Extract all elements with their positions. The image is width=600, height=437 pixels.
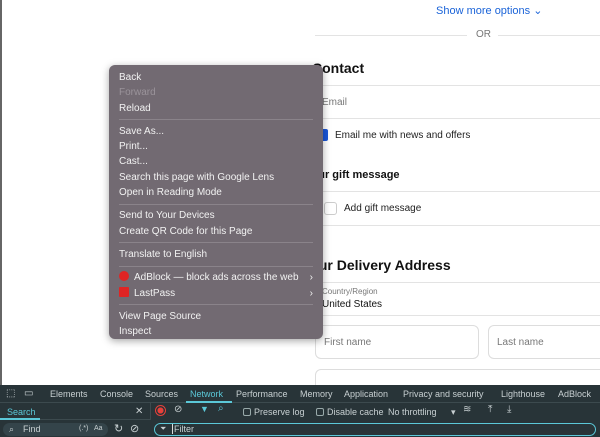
menu-item-translate-to-english[interactable]: Translate to English bbox=[109, 247, 323, 262]
lastpass-icon bbox=[119, 286, 129, 297]
chevron-right-icon: › bbox=[309, 272, 313, 284]
show-more-options-link[interactable]: Show more options ⌄ bbox=[436, 4, 542, 17]
menu-item-label: Print... bbox=[119, 141, 148, 153]
devtools-tab-lighthouse[interactable]: Lighthouse bbox=[501, 389, 545, 399]
devtools-tab-sources[interactable]: Sources bbox=[145, 389, 178, 399]
record-icon[interactable] bbox=[155, 405, 166, 416]
context-menu: Back Forward Reload Save As... Print... Cast.… bbox=[109, 65, 323, 339]
menu-item-view-page-source[interactable]: View Page Source bbox=[109, 309, 323, 324]
search-tab[interactable]: Search bbox=[7, 407, 36, 417]
export-har-icon[interactable]: ⤓ bbox=[507, 404, 511, 415]
menu-item-label: Create QR Code for this Page bbox=[119, 225, 253, 237]
menu-item-send-to-your-devices[interactable]: Send to Your Devices bbox=[109, 208, 323, 223]
menu-separator bbox=[119, 265, 313, 267]
menu-item-label: Save As... bbox=[119, 125, 165, 137]
network-conditions-icon[interactable]: ≋ bbox=[463, 404, 471, 415]
divider bbox=[315, 315, 600, 316]
devtools-tab-performance[interactable]: Performance bbox=[236, 389, 288, 399]
filter-icon: ⏷ bbox=[160, 424, 167, 433]
throttling-select[interactable]: No throttling ▾ bbox=[388, 407, 456, 418]
divider bbox=[315, 85, 600, 86]
close-icon[interactable]: ✕ bbox=[135, 406, 143, 417]
menu-separator bbox=[119, 119, 313, 121]
last-name-input[interactable]: Last name bbox=[488, 325, 600, 359]
regex-toggle[interactable]: (.*) bbox=[79, 425, 88, 432]
gift-checkbox[interactable] bbox=[324, 202, 337, 215]
menu-item-label: Forward bbox=[119, 87, 156, 99]
menu-item-reload[interactable]: Reload bbox=[109, 101, 323, 116]
menu-item-label: AdBlock — block ads across the web bbox=[134, 272, 299, 284]
filter-icon[interactable]: ▼ bbox=[200, 404, 209, 414]
filter-input[interactable]: ⏷ Filter bbox=[154, 423, 596, 436]
menu-item-label: Cast... bbox=[119, 156, 148, 168]
clear-icon[interactable]: ⊘ bbox=[130, 422, 139, 435]
menu-item-inspect[interactable]: Inspect bbox=[109, 324, 323, 339]
devtools-tab-elements[interactable]: Elements bbox=[50, 389, 88, 399]
email-input[interactable]: Email bbox=[322, 97, 347, 108]
menu-item-label: Back bbox=[119, 72, 142, 83]
address-input[interactable] bbox=[315, 369, 600, 385]
divider bbox=[315, 225, 600, 226]
disable-cache-checkbox[interactable]: Disable cache bbox=[316, 407, 384, 417]
first-name-input[interactable]: First name bbox=[315, 325, 479, 359]
menu-item-save-as[interactable]: Save As... bbox=[109, 124, 323, 139]
menu-separator bbox=[119, 203, 313, 205]
delivery-heading: Your Delivery Address bbox=[302, 257, 451, 273]
menu-item-open-in-reading-mode[interactable]: Open in Reading Mode bbox=[109, 185, 323, 200]
email-optin-label: Email me with news and offers bbox=[335, 130, 471, 141]
divider bbox=[498, 35, 600, 36]
preserve-log-checkbox[interactable]: Preserve log bbox=[243, 407, 305, 417]
search-icon: ⌕ bbox=[9, 424, 15, 434]
device-toolbar-icon[interactable]: ▭ bbox=[24, 388, 33, 399]
adblock-icon bbox=[119, 271, 129, 282]
gift-label: Add gift message bbox=[344, 203, 422, 214]
country-label: Country/Region bbox=[322, 287, 378, 296]
menu-item-back[interactable]: Back bbox=[109, 70, 323, 85]
menu-item-label: Search this page with Google Lens bbox=[119, 171, 275, 183]
menu-item-label: Reload bbox=[119, 102, 151, 114]
menu-item-label: Send to Your Devices bbox=[119, 210, 215, 222]
match-case-toggle[interactable]: Aa bbox=[94, 425, 103, 432]
menu-item-cast[interactable]: Cast... bbox=[109, 154, 323, 169]
chevron-right-icon: › bbox=[309, 287, 313, 299]
import-har-icon[interactable]: ⤒ bbox=[488, 404, 492, 415]
divider bbox=[315, 35, 467, 36]
menu-item-label: Translate to English bbox=[119, 248, 208, 260]
menu-separator bbox=[119, 242, 313, 244]
devtools-tab-memory[interactable]: Memory bbox=[300, 389, 333, 399]
chevron-down-icon: ⌄ bbox=[533, 5, 543, 17]
menu-item-lastpass[interactable]: LastPass › bbox=[109, 286, 323, 301]
devtools-tab-application[interactable]: Application bbox=[344, 389, 388, 399]
menu-item-forward: Forward bbox=[109, 85, 323, 100]
devtools-tab-console[interactable]: Console bbox=[100, 389, 133, 399]
devtools-tab-adblock[interactable]: AdBlock bbox=[558, 389, 591, 399]
menu-item-label: Inspect bbox=[119, 326, 152, 338]
devtools-panel: ⬚ ▭ Elements Console Sources Network Perform… bbox=[0, 385, 600, 437]
devtools-tab-network[interactable]: Network bbox=[190, 389, 223, 399]
divider bbox=[315, 191, 600, 192]
inspect-element-icon[interactable]: ⬚ bbox=[6, 388, 15, 399]
clear-icon[interactable]: ⊘ bbox=[174, 404, 182, 415]
divider bbox=[315, 118, 600, 119]
menu-item-label: LastPass bbox=[134, 287, 176, 299]
search-icon[interactable]: ⌕ bbox=[218, 403, 224, 414]
menu-item-create-qr-code-for-this-page[interactable]: Create QR Code for this Page bbox=[109, 224, 323, 239]
menu-item-print[interactable]: Print... bbox=[109, 139, 323, 154]
devtools-tab-privacy-and-security[interactable]: Privacy and security bbox=[403, 389, 484, 399]
dropdown-arrow-icon: ▾ bbox=[451, 407, 456, 417]
menu-item-search-this-page-with-google-lens[interactable]: Search this page with Google Lens bbox=[109, 170, 323, 185]
menu-separator bbox=[119, 304, 313, 306]
devtools-tab-bar: ⬚ ▭ Elements Console Sources Network Perform… bbox=[0, 385, 600, 403]
menu-item-label: View Page Source bbox=[119, 310, 202, 322]
or-separator: OR bbox=[476, 29, 491, 40]
active-tab-indicator bbox=[0, 418, 40, 420]
refresh-icon[interactable]: ↻ bbox=[114, 422, 123, 435]
find-input[interactable]: ⌕ Find (.*) Aa bbox=[3, 423, 108, 436]
menu-item-label: Open in Reading Mode bbox=[119, 187, 222, 199]
divider bbox=[315, 282, 600, 283]
active-tab-indicator bbox=[186, 401, 232, 403]
menu-item-adblock-block-ads-across-the-web[interactable]: AdBlock — block ads across the web › bbox=[109, 270, 323, 285]
country-select[interactable]: United States bbox=[322, 299, 382, 310]
